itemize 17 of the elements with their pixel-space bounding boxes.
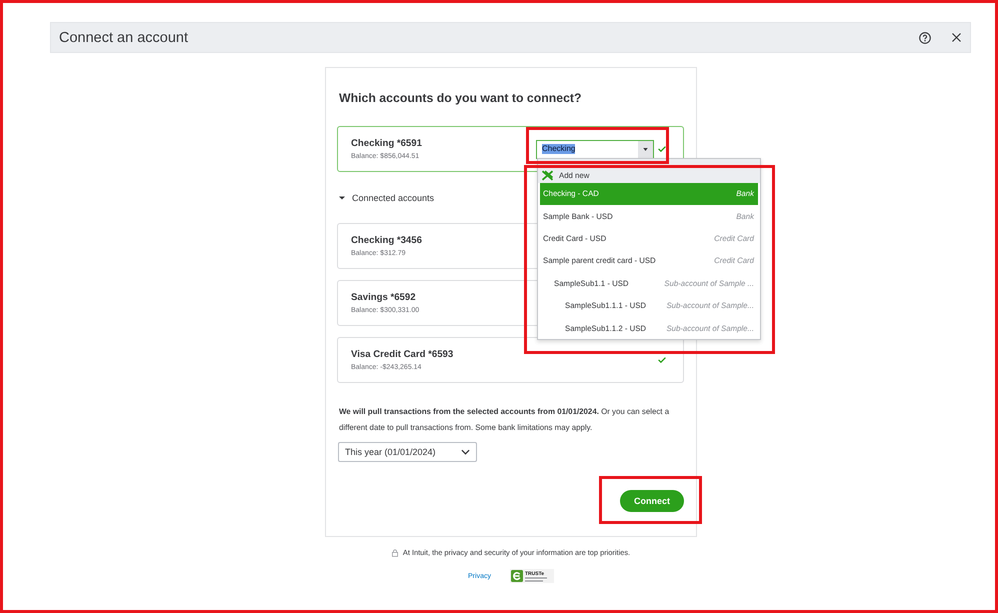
account-name: Visa Credit Card *6593 — [351, 348, 454, 360]
seal-icon — [510, 570, 523, 582]
account-name: Checking *6591 — [351, 138, 422, 150]
x-mark-icon — [541, 170, 554, 180]
account-name: Checking *3456 — [351, 234, 422, 246]
account-name: Savings *6592 — [351, 292, 417, 304]
lock-icon — [392, 549, 398, 557]
caret-icon — [643, 148, 648, 150]
close-icon[interactable] — [952, 33, 961, 42]
chevron-down-icon — [461, 449, 470, 455]
fine-print-drawing — [524, 576, 547, 582]
help-icon[interactable] — [919, 32, 931, 44]
connected-accounts-toggle[interactable]: Connected accounts — [339, 192, 434, 204]
account-type-dropdown[interactable]: Checking — [536, 140, 654, 158]
dialog-title: Connect an account — [59, 28, 189, 46]
heading: Which accounts do you want to connect? — [339, 90, 583, 106]
date-range-select[interactable]: This year (01/01/2024) — [338, 442, 477, 462]
